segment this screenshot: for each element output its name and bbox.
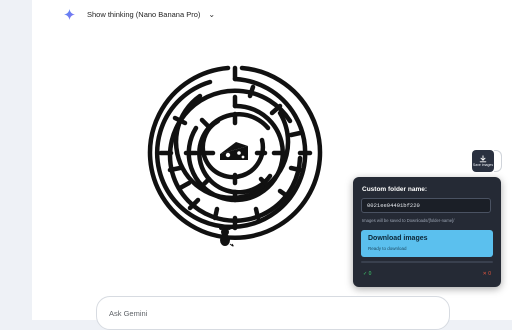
success-count: ✓ 0 <box>363 271 372 277</box>
save-images-button[interactable]: Save images <box>472 150 494 172</box>
download-progress-bar <box>361 261 493 263</box>
show-thinking-label: Show thinking (Nano Banana Pro) <box>87 9 201 19</box>
folder-name-title: Custom folder name: <box>362 186 428 193</box>
save-location-hint: Images will be saved to Downloads/[folde… <box>362 218 455 223</box>
download-images-title: Download images <box>368 235 428 242</box>
save-images-label: Save images <box>472 163 494 167</box>
generated-maze-image[interactable] <box>140 58 330 248</box>
maze-graphic <box>147 65 323 247</box>
error-count: ✕ 0 <box>482 271 491 277</box>
chevron-down-icon: ⌄ <box>208 9 216 19</box>
save-images-panel: Custom folder name: Images will be saved… <box>353 177 501 287</box>
gemini-sparkle-icon <box>64 8 75 20</box>
folder-name-input[interactable] <box>361 198 491 213</box>
download-images-button[interactable]: Download images Ready to download <box>361 230 493 257</box>
download-status-text: Ready to download <box>368 246 407 251</box>
show-thinking-toggle[interactable]: Show thinking (Nano Banana Pro) ⌄ <box>64 7 215 21</box>
cheese-icon <box>220 142 248 160</box>
save-panel-drag-handle[interactable] <box>494 150 502 172</box>
ask-gemini-input[interactable] <box>107 305 411 321</box>
prompt-composer <box>96 296 450 330</box>
download-icon <box>479 155 487 163</box>
